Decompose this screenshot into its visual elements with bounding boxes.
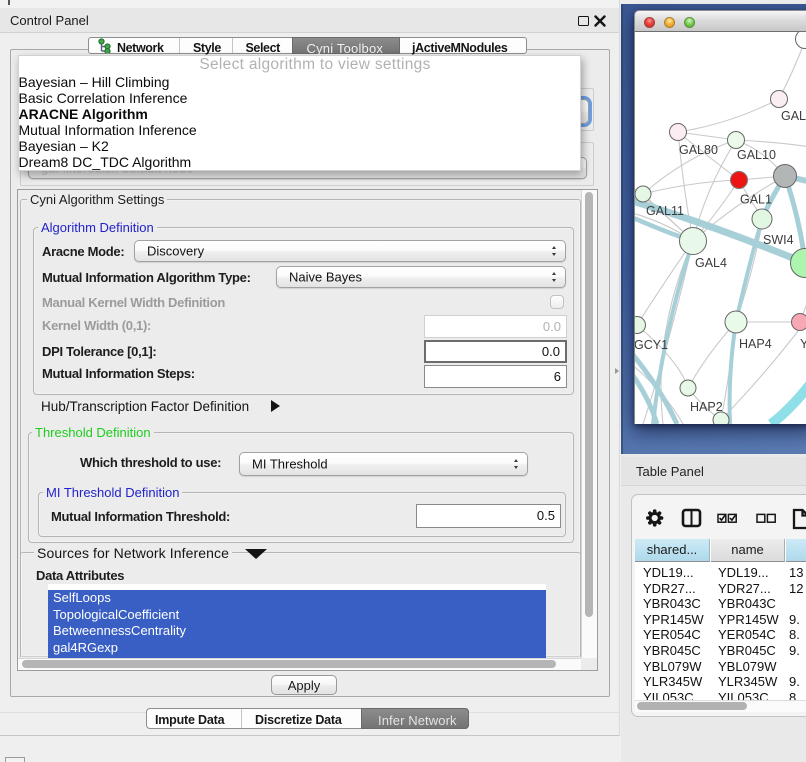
svg-text:GAL10: GAL10 (737, 148, 776, 162)
svg-text:SWI4: SWI4 (763, 233, 794, 247)
svg-text:GAL80: GAL80 (679, 143, 718, 157)
svg-text:GAL4: GAL4 (695, 256, 727, 270)
svg-text:GAL11: GAL11 (646, 204, 684, 218)
svg-text:GAL1: GAL1 (740, 193, 772, 207)
svg-text:GCY1: GCY1 (635, 338, 668, 352)
svg-text:Y: Y (800, 337, 806, 351)
svg-text:HAP2: HAP2 (690, 400, 723, 414)
svg-text:GAL: GAL (781, 109, 806, 123)
svg-text:HAP4: HAP4 (739, 337, 772, 351)
